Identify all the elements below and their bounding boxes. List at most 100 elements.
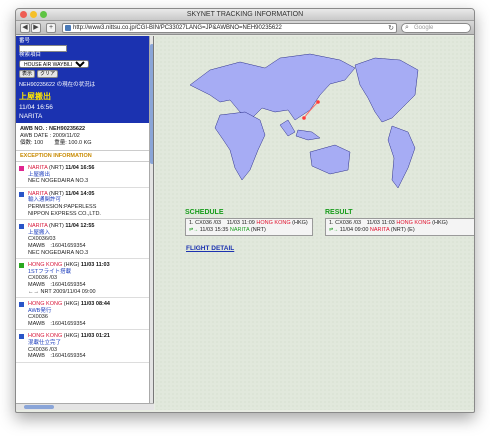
event-header: NARITA (NRT) 11/04 16:56 (28, 165, 149, 172)
event-detail: NEC NOGEDAIRA NO.3 (28, 249, 89, 256)
browser-window: SKYNET TRACKING INFORMATION ◀ ▶ + http:/… (15, 8, 475, 413)
hscroll-thumb[interactable] (24, 405, 54, 409)
sidebar-hscrollbar[interactable] (16, 403, 154, 410)
result-flight: 1. CX036 /03 11/03 11:03 (329, 220, 395, 226)
event-location: NARITA (28, 190, 48, 197)
event-datetime: 11/04 14:05 (65, 190, 95, 197)
event-item: HONG KONG (HKG) 11/03 08:44 AWB発行 CX0036 MA… (16, 298, 153, 331)
number-input[interactable] (19, 45, 67, 52)
result-dest: NARITA (369, 227, 390, 233)
search-field[interactable]: ⌕ Google (401, 23, 471, 33)
event-marker-icon (19, 334, 24, 340)
zoom-icon[interactable] (40, 11, 47, 18)
address-bar[interactable]: http://www3.nittsu.co.jp/CGI-BIN/PC33027… (62, 23, 397, 33)
event-status[interactable]: AWB発行 (28, 308, 149, 315)
event-detail: NIPPON EXPRESS CO.,LTD. (28, 210, 101, 217)
result-origin: HONG KONG (396, 220, 431, 226)
event-item: HONG KONG (HKG) 11/03 11:03 1STフライト搭載 CX00… (16, 259, 153, 299)
africa-shape (214, 111, 266, 181)
event-datetime: 11/04 16:56 (65, 165, 95, 171)
origin-marker (302, 116, 306, 120)
schedule-row: 1. CX036 /03 11/03 11:09 HONG KONG (HKG) (189, 220, 309, 227)
tracking-sidebar: 番号 検索項目 HOUSE AIR WAYBILL NUMBER 表示 クリア … (16, 36, 154, 403)
event-location: HONG KONG (28, 333, 63, 340)
event-detail: CX0036 /03 (28, 275, 58, 282)
window-controls (20, 11, 47, 18)
search-button[interactable]: 表示 (19, 70, 36, 78)
event-status[interactable]: 混載仕立完了 (28, 340, 149, 347)
event-marker-icon (19, 263, 24, 269)
awb-info: AWB NO. : NEH90235622 AWB DATE : 2009/11… (16, 123, 153, 151)
schedule-dest-code: (NRT) (250, 227, 266, 233)
result-heading: RESULT (325, 209, 353, 216)
event-detail: MAWB :16041659354 (28, 281, 86, 288)
australia-shape (309, 144, 351, 175)
event-status[interactable]: 1STフライト搭載 (28, 269, 149, 276)
add-bookmark-button[interactable]: + (46, 23, 56, 33)
minimize-icon[interactable] (30, 11, 37, 18)
event-marker-icon (19, 191, 24, 197)
status-location: NARITA (19, 113, 43, 120)
status-heading: NEH90235622 の現在の状況は (19, 82, 96, 88)
event-status[interactable]: 上屋搬出 (28, 172, 149, 179)
event-detail: MAWB :16041659354 (28, 242, 86, 249)
event-status[interactable]: 輸入通関許可 (28, 197, 149, 204)
event-header: HONG KONG (HKG) 11/03 11:03 (28, 262, 149, 269)
indochina-shape (279, 119, 296, 137)
event-code: (HKG) (63, 301, 80, 308)
north-america-shape (354, 57, 419, 123)
event-datetime: 11/04 12:55 (65, 223, 95, 230)
schedule-flight: 1. CX036 /03 11/03 11:09 (189, 220, 255, 226)
event-detail: MAWB :16041659354 (28, 320, 86, 327)
event-item: HONG KONG (HKG) 11/03 01:21 混載仕立完了 CX0036 … (16, 330, 153, 363)
destination-marker (316, 100, 320, 104)
search-placeholder: Google (414, 25, 434, 31)
event-detail: NEC NOGEDAIRA NO.3 (28, 178, 89, 185)
event-detail: CX0036/03 (28, 236, 56, 243)
event-detail: MAWB :16041659354 (28, 353, 86, 360)
schedule-heading: SCHEDULE (185, 209, 224, 216)
result-arrival: ⇌→ 11/04 09:00 NARITA (NRT) (E) (329, 227, 471, 234)
window-title: SKYNET TRACKING INFORMATION (186, 11, 304, 18)
event-detail: CX0036 /03 (28, 346, 58, 353)
number-label: 番号 (19, 38, 31, 44)
browser-toolbar: ◀ ▶ + http://www3.nittsu.co.jp/CGI-BIN/P… (16, 21, 474, 35)
result-row: 1. CX036 /03 11/03 11:03 HONG KONG (HKG) (329, 220, 471, 227)
event-datetime: 11/03 11:03 (80, 262, 110, 269)
event-status[interactable]: 上屋搬入 (28, 230, 149, 237)
awb-date: AWB DATE : 2009/11/02 (20, 133, 80, 139)
search-icon: ⌕ (405, 24, 409, 31)
schedule-dest: NARITA (229, 227, 250, 233)
event-detail: PERMISSION:PAPERLESS (28, 203, 97, 210)
event-code: (NRT) (49, 190, 64, 197)
world-map (189, 53, 419, 189)
forward-button[interactable]: ▶ (31, 23, 41, 33)
event-code: (NRT) (49, 223, 64, 230)
schedule-arrival: ⇌→ 11/03 15:35 NARITA (NRT) (189, 227, 309, 234)
title-bar: SKYNET TRACKING INFORMATION (16, 9, 474, 21)
schedule-origin: HONG KONG (256, 220, 291, 226)
search-type-label: 検索項目 (19, 52, 42, 58)
event-datetime: 11/03 08:44 (80, 301, 110, 308)
event-datetime: 11/03 01:21 (80, 333, 110, 340)
schedule-arrival-time: 11/03 15:35 (199, 227, 229, 233)
exception-title: EXCEPTION INFORMATION (16, 151, 153, 162)
event-item: NARITA (NRT) 11/04 12:55 上屋搬入 CX0036/03 MAW… (16, 220, 153, 260)
status-datetime: 11/04 16:56 (19, 104, 53, 111)
sidebar-scrollbar[interactable] (149, 36, 153, 403)
schedule-table: 1. CX036 /03 11/03 11:09 HONG KONG (HKG)… (185, 218, 313, 236)
scroll-thumb[interactable] (150, 44, 153, 164)
reload-icon[interactable]: ↻ (388, 24, 394, 32)
search-type-select[interactable]: HOUSE AIR WAYBILL NUMBER (19, 60, 89, 68)
event-marker-icon (19, 166, 24, 171)
flight-detail-link[interactable]: FLIGHT DETAIL (186, 245, 234, 252)
clear-button[interactable]: クリア (37, 70, 59, 78)
schedule-arrow-icon: ⇌→ (189, 227, 199, 233)
result-dest-code: (NRT) (390, 227, 406, 233)
indonesia-shape (295, 129, 321, 141)
event-location: HONG KONG (28, 301, 63, 308)
event-location: NARITA (28, 223, 48, 230)
site-icon (65, 25, 71, 31)
back-button[interactable]: ◀ (20, 23, 30, 33)
close-icon[interactable] (20, 11, 27, 18)
